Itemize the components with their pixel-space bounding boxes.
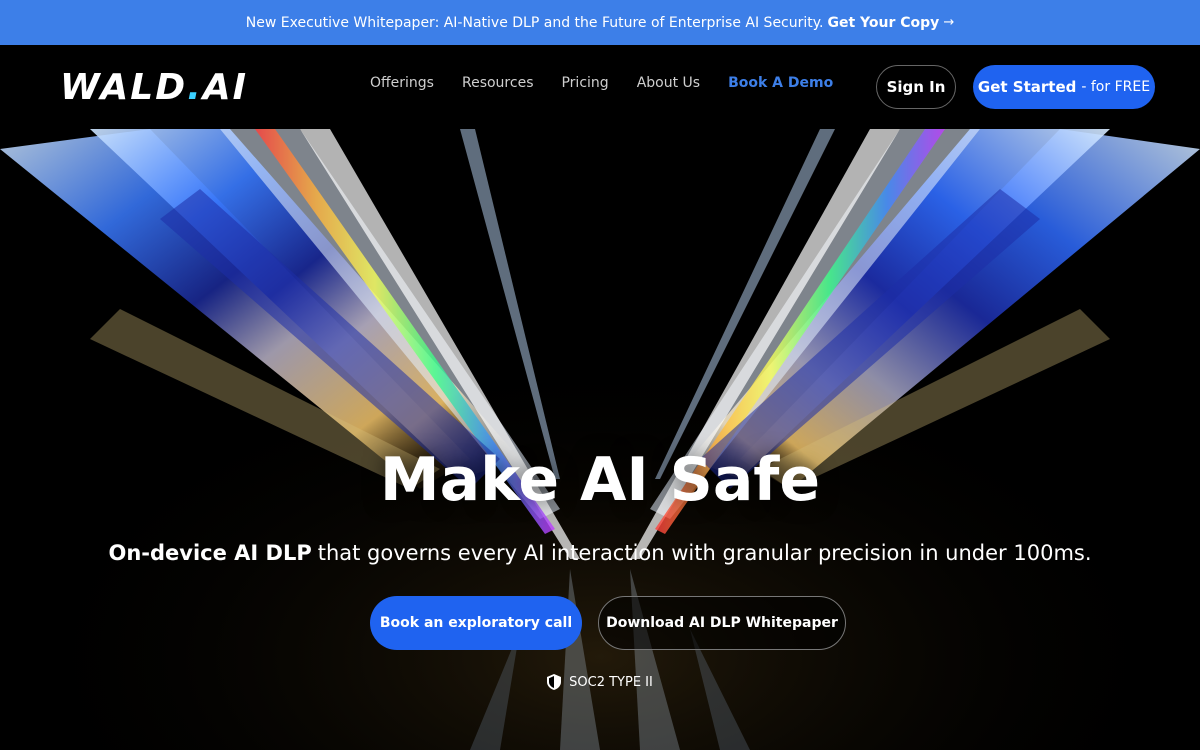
logo[interactable]: WALD.AI bbox=[60, 67, 248, 108]
hero-prism-rays-image bbox=[0, 129, 1200, 750]
shield-icon bbox=[547, 674, 562, 690]
nav-link-offerings[interactable]: Offerings bbox=[370, 75, 434, 91]
logo-suffix: AI bbox=[202, 66, 249, 108]
hero-subheadline: On-device AI DLP that governs every AI in… bbox=[0, 541, 1200, 565]
top-navigation: WALD.AI Offerings Resources Pricing Abou… bbox=[0, 45, 1200, 129]
hero-headline: Make AI Safe bbox=[379, 445, 821, 515]
hero-section: Make AI Safe On-device AI DLP that govern… bbox=[0, 129, 1200, 750]
nav-link-pricing[interactable]: Pricing bbox=[561, 75, 608, 91]
soc2-label: SOC2 TYPE II bbox=[569, 674, 653, 690]
soc2-badge: SOC2 TYPE II bbox=[0, 674, 1200, 690]
hero-subheadline-rest: that governs every AI interaction with g… bbox=[317, 541, 1092, 565]
nav-link-about-us[interactable]: About Us bbox=[637, 75, 700, 91]
nav-links: Offerings Resources Pricing About Us Boo… bbox=[370, 75, 833, 91]
logo-wordmark: WALD.AI bbox=[60, 67, 248, 108]
nav-link-resources[interactable]: Resources bbox=[462, 75, 534, 91]
arrow-right-icon: → bbox=[943, 15, 955, 30]
logo-main: WALD bbox=[60, 66, 188, 108]
sign-in-button[interactable]: Sign In bbox=[876, 65, 956, 109]
logo-dot: . bbox=[187, 66, 203, 108]
get-started-suffix: - for FREE bbox=[1081, 79, 1151, 95]
download-whitepaper-button[interactable]: Download AI DLP Whitepaper bbox=[598, 596, 846, 650]
get-started-button[interactable]: Get Started - for FREE bbox=[973, 65, 1155, 109]
banner-text: New Executive Whitepaper: AI-Native DLP … bbox=[245, 14, 824, 31]
get-started-label: Get Started bbox=[977, 78, 1077, 96]
nav-link-book-demo[interactable]: Book A Demo bbox=[728, 75, 833, 91]
hero-subheadline-strong: On-device AI DLP bbox=[108, 541, 312, 565]
banner-cta-link[interactable]: Get Your Copy bbox=[828, 15, 940, 31]
book-call-button[interactable]: Book an exploratory call bbox=[370, 596, 582, 650]
announcement-banner[interactable]: New Executive Whitepaper: AI-Native DLP … bbox=[0, 0, 1200, 45]
